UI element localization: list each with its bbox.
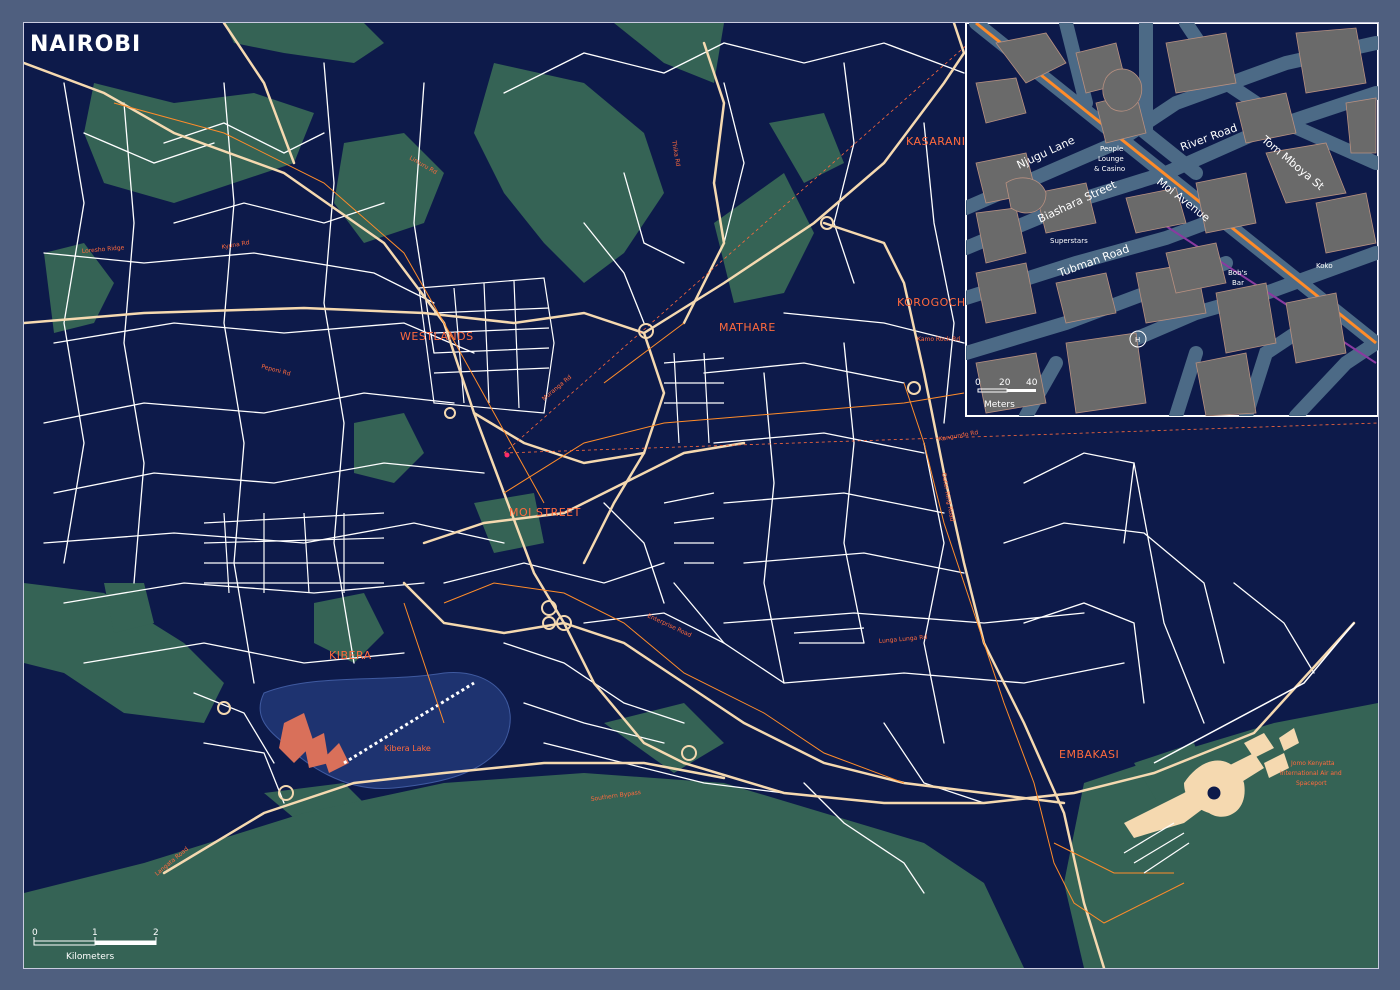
scale-tick-1: 1 xyxy=(92,928,98,938)
poi-people-line3: & Casino xyxy=(1094,165,1125,173)
label-kibera-lake: Kibera Lake xyxy=(384,744,431,753)
road-label-kangundo-rd: Kangundo Rd xyxy=(938,429,979,443)
scale-tick-0: 0 xyxy=(32,928,38,938)
poi-people-line1: People xyxy=(1100,145,1123,153)
scale-tick-2: 2 xyxy=(153,928,159,938)
road-label-peponi-rd: Peponi Rd xyxy=(260,363,291,378)
inset-scale-tick-0: 0 xyxy=(975,378,981,388)
airport-label-line3: Spaceport xyxy=(1296,780,1327,787)
label-mathare: MATHARE xyxy=(719,321,776,334)
map-frame: NAIROBI KASARANI KOROGOCHO MATHARE WESTL… xyxy=(23,22,1379,969)
label-moi-street: MOI STREET xyxy=(509,506,581,519)
poi-superstars: Superstars xyxy=(1050,237,1088,245)
road-label-enterprise: Enterprise Road xyxy=(646,612,692,639)
inset-scale-unit: Meters xyxy=(984,400,1015,410)
airport-label-line2: International Air and xyxy=(1280,770,1342,777)
road-label-muranga-rd: Muranga Rd xyxy=(541,374,573,403)
poi-koko: Koko xyxy=(1316,262,1333,270)
label-korogocho: KOROGOCHO xyxy=(897,296,975,309)
airport-label-line1: Jomo Kenyatta xyxy=(1290,760,1335,767)
city-map[interactable]: NAIROBI KASARANI KOROGOCHO MATHARE WESTL… xyxy=(24,23,1378,968)
inset-scale-tick-1: 20 xyxy=(999,378,1011,388)
road-label-lunga-lunga: Lunga Lunga Rd xyxy=(879,634,928,645)
inset-map[interactable]: Njugu Lane River Road Tom Mboya St Moi A… xyxy=(965,23,1378,417)
label-kasarani: KASARANI xyxy=(906,135,965,148)
inset-location-marker xyxy=(504,452,510,458)
map-title: NAIROBI xyxy=(30,32,141,57)
label-kibera: KIBERA xyxy=(329,649,372,662)
road-label-loresho-ridge: Loresho Ridge xyxy=(82,244,125,255)
road-label-thika-rd: Thika Rd xyxy=(670,139,682,167)
road-label-kamo-rock-1: Kamo Rock Rd xyxy=(917,336,960,343)
label-westlands: WESTLANDS xyxy=(400,330,474,343)
poi-bobs-line2: Bar xyxy=(1232,279,1244,287)
label-embakasi: EMBAKASI xyxy=(1059,748,1119,761)
poi-people-line2: Lounge xyxy=(1098,155,1124,163)
inset-scale-tick-2: 40 xyxy=(1026,378,1038,388)
poi-hospital: H xyxy=(1135,336,1140,344)
scale-unit: Kilometers xyxy=(66,952,114,962)
poi-bobs-line1: Bob's xyxy=(1228,269,1247,277)
road-label-kyuna-rd: Kyuna Rd xyxy=(221,239,250,251)
